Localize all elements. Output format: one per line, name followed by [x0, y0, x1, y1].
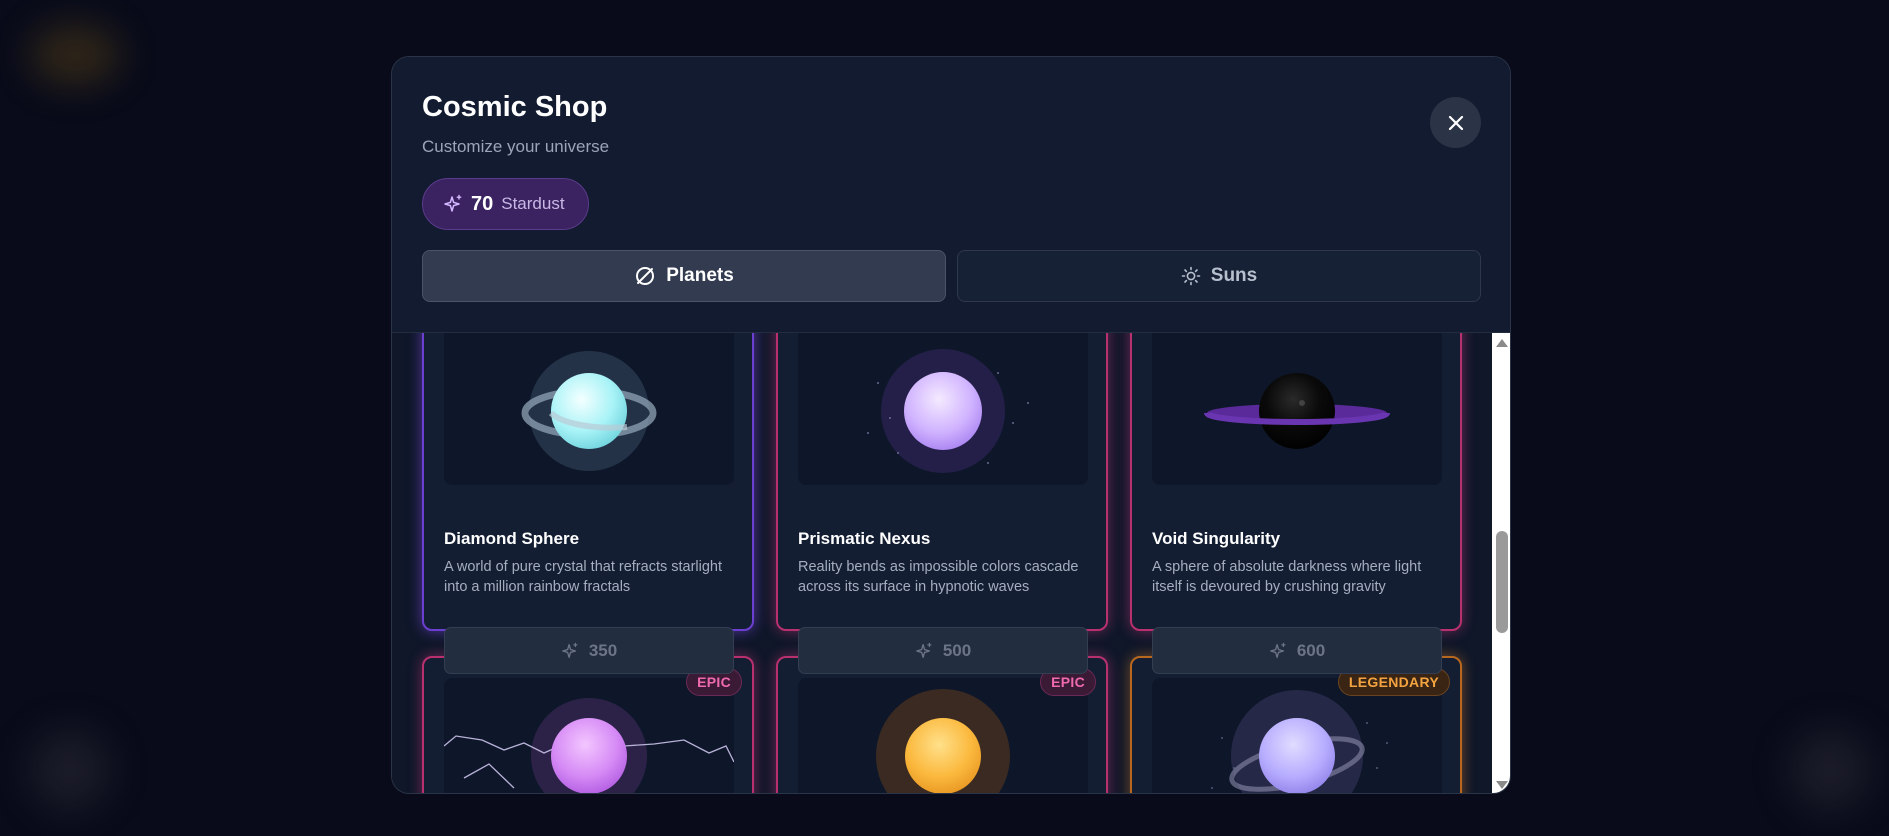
price-label: 500: [942, 640, 972, 660]
scrollbar-thumb[interactable]: [1496, 531, 1508, 633]
scrollbar[interactable]: [1492, 333, 1510, 793]
tab-planets[interactable]: Planets: [422, 250, 946, 302]
background-glow: [30, 730, 110, 810]
stardust-label: Stardust: [501, 194, 565, 213]
shop-item-card[interactable]: LEGENDARY: [1130, 656, 1462, 793]
buy-button[interactable]: 500: [798, 627, 1088, 674]
shop-item-card[interactable]: Prismatic Nexus Reality bends as impossi…: [776, 333, 1108, 631]
item-description: A world of pure crystal that refracts st…: [444, 559, 723, 595]
sparkles-icon: [444, 194, 462, 212]
sparkles-icon: [1269, 642, 1286, 658]
tab-label: Suns: [1210, 265, 1258, 286]
planet-preview: [798, 333, 1088, 485]
background-glow: [1790, 730, 1870, 810]
scroll-up-arrow[interactable]: [1496, 339, 1508, 347]
stardust-balance: 70 Stardust: [422, 178, 589, 230]
item-description: A sphere of absolute darkness where ligh…: [1152, 559, 1422, 595]
sparkles-icon: [561, 642, 578, 658]
sparkles-icon: [915, 642, 932, 658]
stardust-amount: 70: [471, 192, 494, 215]
close-button[interactable]: [1430, 97, 1481, 148]
buy-button[interactable]: 600: [1152, 627, 1442, 674]
tab-label: Planets: [666, 265, 734, 286]
shop-title: Cosmic Shop: [422, 91, 608, 123]
shop-subtitle: Customize your universe: [422, 137, 610, 156]
item-description: Reality bends as impossible colors casca…: [798, 559, 1079, 595]
shop-item-card[interactable]: Void Singularity A sphere of absolute da…: [1130, 333, 1462, 631]
background-glow: [30, 25, 120, 85]
price-label: 600: [1296, 640, 1326, 660]
item-name: Void Singularity: [1152, 529, 1281, 548]
item-name: Diamond Sphere: [444, 529, 580, 548]
item-name: Prismatic Nexus: [798, 529, 931, 548]
scroll-down-arrow[interactable]: [1496, 781, 1508, 789]
shop-modal: Cosmic Shop Customize your universe 70 S…: [391, 56, 1511, 794]
tab-suns[interactable]: Suns: [957, 250, 1481, 302]
shop-header: Cosmic Shop Customize your universe 70 S…: [392, 57, 1510, 333]
shop-item-card[interactable]: EPIC: [422, 656, 754, 793]
shop-item-card[interactable]: EPIC: [776, 656, 1108, 793]
planet-preview: [444, 333, 734, 485]
sun-icon: [1181, 266, 1201, 286]
planet-preview: [798, 678, 1088, 793]
price-label: 350: [588, 640, 618, 660]
close-icon: [1448, 115, 1463, 130]
planet-preview: [444, 678, 734, 793]
item-grid[interactable]: Diamond Sphere A world of pure crystal t…: [392, 333, 1492, 793]
buy-button[interactable]: 350: [444, 627, 734, 674]
shop-item-card[interactable]: Diamond Sphere A world of pure crystal t…: [422, 333, 754, 631]
planet-icon: [636, 267, 655, 285]
planet-preview: [1152, 333, 1442, 485]
